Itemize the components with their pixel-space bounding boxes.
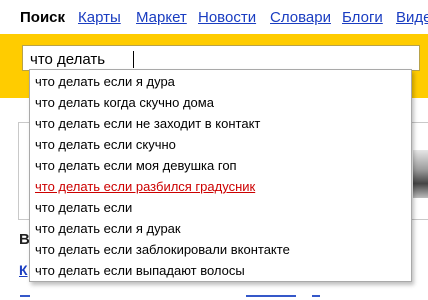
background-link-fragment[interactable]: К (19, 262, 28, 278)
suggestions-dropdown: что делать если я дура что делать когда … (29, 69, 412, 282)
suggestion-item[interactable]: что делать если заблокировали вконтакте (35, 239, 290, 260)
nav-link-video[interactable]: Видео (396, 9, 428, 26)
suggestion-item[interactable]: что делать если я дура (35, 71, 175, 92)
nav-link-market[interactable]: Маркет (136, 9, 187, 26)
service-nav: Поиск Карты Маркет Новости Словари Блоги… (0, 0, 428, 34)
suggestion-item-highlighted[interactable]: что делать если разбился градусник (35, 176, 255, 197)
suggestion-item[interactable]: что делать если скучно (35, 134, 176, 155)
nav-link-dictionaries[interactable]: Словари (270, 9, 331, 26)
car-thumbnail-image[interactable] (413, 150, 428, 198)
suggestion-item[interactable]: что делать если (35, 197, 132, 218)
search-input[interactable] (30, 49, 410, 69)
nav-link-maps[interactable]: Карты (78, 9, 121, 26)
suggestion-item[interactable]: что делать если выпадают волосы (35, 260, 245, 281)
background-bottom-links (20, 292, 428, 300)
suggestion-item[interactable]: что делать если моя девушка гоп (35, 155, 237, 176)
nav-link-news[interactable]: Новости (198, 9, 256, 26)
search-box[interactable] (22, 45, 420, 71)
text-caret (133, 51, 134, 68)
nav-item-search-active: Поиск (20, 9, 66, 26)
suggestion-item[interactable]: что делать если я дурак (35, 218, 181, 239)
suggestion-item[interactable]: что делать когда скучно дома (35, 92, 214, 113)
nav-link-blogs[interactable]: Блоги (342, 9, 383, 26)
suggestion-item[interactable]: что делать если не заходит в контакт (35, 113, 260, 134)
